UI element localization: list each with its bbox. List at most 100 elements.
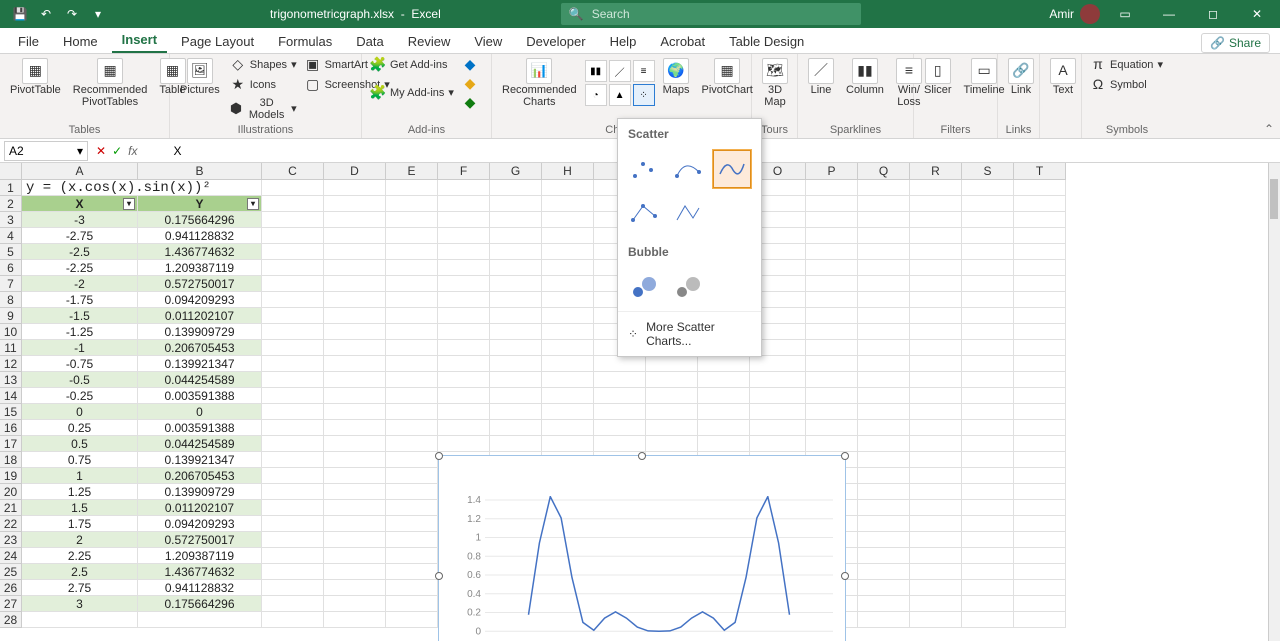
visio-addin[interactable]: ◆ xyxy=(460,94,480,112)
cell-x[interactable]: -2.25 xyxy=(22,260,138,276)
cell-x[interactable]: -0.75 xyxy=(22,356,138,372)
cell-x[interactable]: 0 xyxy=(22,404,138,420)
col-header-G[interactable]: G xyxy=(490,163,542,180)
bubble-3d[interactable] xyxy=(668,267,708,307)
bubble-2d[interactable] xyxy=(624,267,664,307)
cell-x[interactable]: 1.5 xyxy=(22,500,138,516)
row-headers[interactable]: 1234567891011121314151617181920212223242… xyxy=(0,180,22,628)
cell-y[interactable]: 1.209387119 xyxy=(138,260,262,276)
share-button[interactable]: 🔗 Share xyxy=(1201,33,1270,53)
cell-y[interactable]: 0.003591388 xyxy=(138,420,262,436)
cell-y[interactable]: 0.175664296 xyxy=(138,596,262,612)
maps-button[interactable]: 🌍Maps xyxy=(659,56,694,98)
slicer-button[interactable]: ▯Slicer xyxy=(920,56,956,98)
resize-handle[interactable] xyxy=(435,572,443,580)
table-header-y[interactable]: Y▾ xyxy=(138,196,262,212)
qat-more-icon[interactable]: ▾ xyxy=(86,2,110,26)
cell-x[interactable]: -1.75 xyxy=(22,292,138,308)
row-header-18[interactable]: 18 xyxy=(0,452,22,468)
ribbon-mode-icon[interactable]: ▭ xyxy=(1106,0,1144,28)
area-chart-button[interactable]: ▲ xyxy=(609,84,631,106)
scatter-smooth-lines[interactable] xyxy=(712,149,752,189)
cell-y[interactable]: 0.044254589 xyxy=(138,436,262,452)
tab-help[interactable]: Help xyxy=(600,30,647,53)
row-header-22[interactable]: 22 xyxy=(0,516,22,532)
cell-y[interactable]: 0.572750017 xyxy=(138,532,262,548)
row-header-2[interactable]: 2 xyxy=(0,196,22,212)
row-header-23[interactable]: 23 xyxy=(0,532,22,548)
recommended-charts-button[interactable]: 📊Recommended Charts xyxy=(498,56,581,110)
pictures-button[interactable]: 🖼Pictures xyxy=(176,56,224,98)
col-header-E[interactable]: E xyxy=(386,163,438,180)
line-chart-button[interactable]: ／ xyxy=(609,60,631,82)
col-header-C[interactable]: C xyxy=(262,163,324,180)
row-header-21[interactable]: 21 xyxy=(0,500,22,516)
filter-dropdown-icon[interactable]: ▾ xyxy=(247,198,259,210)
tab-home[interactable]: Home xyxy=(53,30,108,53)
text-button[interactable]: AText xyxy=(1046,56,1080,98)
row-header-17[interactable]: 17 xyxy=(0,436,22,452)
tab-page-layout[interactable]: Page Layout xyxy=(171,30,264,53)
tab-view[interactable]: View xyxy=(464,30,512,53)
cell-y[interactable]: 1.436774632 xyxy=(138,244,262,260)
cell-y[interactable]: 0.011202107 xyxy=(138,500,262,516)
cell-x[interactable]: 2.75 xyxy=(22,580,138,596)
cell-y[interactable]: 0.094209293 xyxy=(138,292,262,308)
col-header-S[interactable]: S xyxy=(962,163,1014,180)
cell-x[interactable]: 0.75 xyxy=(22,452,138,468)
formula-title-cell[interactable]: y = (x.cos(x).sin(x))² xyxy=(22,180,262,196)
row-header-6[interactable]: 6 xyxy=(0,260,22,276)
row-header-16[interactable]: 16 xyxy=(0,420,22,436)
fx-icon[interactable]: fx xyxy=(128,144,145,158)
cell-x[interactable]: 2 xyxy=(22,532,138,548)
cell-x[interactable]: -2.5 xyxy=(22,244,138,260)
resize-handle[interactable] xyxy=(841,572,849,580)
col-header-A[interactable]: A xyxy=(22,163,138,180)
cell-y[interactable]: 0.011202107 xyxy=(138,308,262,324)
redo-icon[interactable]: ↷ xyxy=(60,2,84,26)
cell-x[interactable]: -1.25 xyxy=(22,324,138,340)
name-box[interactable]: A2▾ xyxy=(4,141,88,161)
enter-formula-icon[interactable]: ✓ xyxy=(112,144,122,158)
cell-x[interactable]: 3 xyxy=(22,596,138,612)
resize-handle[interactable] xyxy=(638,452,646,460)
select-all-box[interactable] xyxy=(0,163,22,180)
col-header-R[interactable]: R xyxy=(910,163,962,180)
col-header-Q[interactable]: Q xyxy=(858,163,910,180)
col-header-B[interactable]: B xyxy=(138,163,262,180)
cell-y[interactable]: 0.139921347 xyxy=(138,452,262,468)
bar-chart-button[interactable]: ≡ xyxy=(633,60,655,82)
row-header-8[interactable]: 8 xyxy=(0,292,22,308)
collapse-ribbon-icon[interactable]: ⌃ xyxy=(1264,122,1274,136)
column-headers[interactable]: ABCDEFGHLMNOPQRST xyxy=(22,163,1066,180)
row-header-25[interactable]: 25 xyxy=(0,564,22,580)
row-header-27[interactable]: 27 xyxy=(0,596,22,612)
cell-x[interactable]: 1.75 xyxy=(22,516,138,532)
scatter-chart-button[interactable]: ⁘ xyxy=(633,84,655,106)
cell-y[interactable]: 0.139909729 xyxy=(138,324,262,340)
row-header-15[interactable]: 15 xyxy=(0,404,22,420)
tab-review[interactable]: Review xyxy=(398,30,461,53)
undo-icon[interactable]: ↶ xyxy=(34,2,58,26)
user-name[interactable]: Amir xyxy=(1049,7,1074,21)
recommended-pivottables-button[interactable]: ▦Recommended PivotTables xyxy=(69,56,152,110)
close-icon[interactable]: ✕ xyxy=(1238,0,1276,28)
tab-data[interactable]: Data xyxy=(346,30,393,53)
cell-x[interactable]: -2.75 xyxy=(22,228,138,244)
tab-file[interactable]: File xyxy=(8,30,49,53)
avatar[interactable] xyxy=(1080,4,1100,24)
row-header-3[interactable]: 3 xyxy=(0,212,22,228)
cell-x[interactable]: -3 xyxy=(22,212,138,228)
tab-acrobat[interactable]: Acrobat xyxy=(650,30,715,53)
cell-y[interactable]: 1.209387119 xyxy=(138,548,262,564)
cell-x[interactable]: 0.5 xyxy=(22,436,138,452)
cell-y[interactable]: 0 xyxy=(138,404,262,420)
cancel-formula-icon[interactable]: ✕ xyxy=(96,144,106,158)
cell-y[interactable]: 1.436774632 xyxy=(138,564,262,580)
cell-x[interactable]: -1 xyxy=(22,340,138,356)
cell-y[interactable]: 0.941128832 xyxy=(138,580,262,596)
row-header-7[interactable]: 7 xyxy=(0,276,22,292)
row-header-26[interactable]: 26 xyxy=(0,580,22,596)
tab-table-design[interactable]: Table Design xyxy=(719,30,814,53)
people-graph-addin[interactable]: ◆ xyxy=(460,75,480,93)
